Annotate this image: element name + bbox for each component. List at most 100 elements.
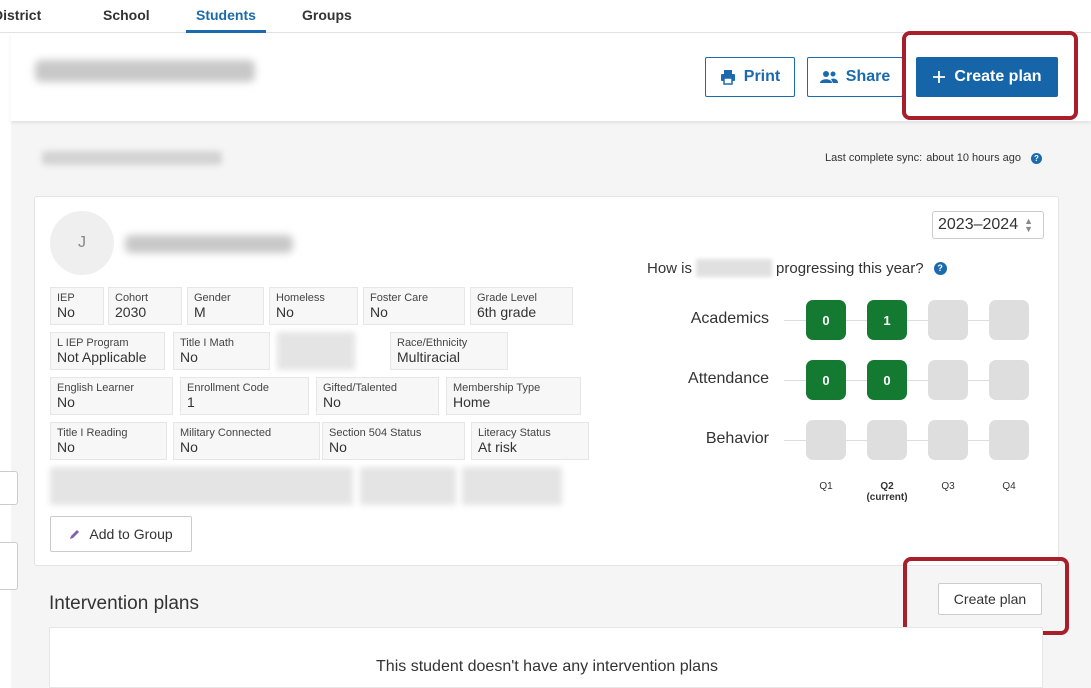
printer-icon: [720, 70, 735, 85]
intervention-plans-title: Intervention plans: [49, 593, 199, 614]
redacted-student-name: [125, 235, 293, 253]
highlight-box-top: [902, 31, 1078, 120]
field-value: M: [194, 304, 206, 320]
print-label: Print: [743, 68, 781, 85]
clipped-control[interactable]: [0, 542, 18, 590]
field-section-504-status: Section 504 Status No: [322, 422, 465, 460]
quarter-label-q1: Q1: [796, 481, 856, 492]
quarter-name: Q2: [880, 481, 894, 492]
field-label: English Learner: [57, 382, 135, 394]
quarter-label-q4: Q4: [979, 481, 1039, 492]
attendance-q1[interactable]: 0: [806, 360, 846, 400]
redacted-field: [277, 332, 355, 370]
academics-q3: [928, 300, 968, 340]
pencil-icon: [70, 530, 80, 539]
field-literacy-status: Literacy Status At risk: [471, 422, 589, 460]
question-suffix: progressing this year?: [776, 259, 924, 277]
sync-status: Last complete sync: about 10 hours ago ?: [825, 152, 1042, 164]
field-label: Membership Type: [453, 382, 541, 394]
updown-caret-icon: ▲ ▼: [1024, 216, 1034, 234]
info-icon[interactable]: ?: [1031, 152, 1042, 164]
field-english-learner: English Learner No: [50, 377, 173, 415]
field-value: No: [57, 304, 75, 320]
redacted-field: [462, 467, 562, 505]
field-military-connected: Military Connected No: [173, 422, 320, 460]
field-homeless: Homeless No: [269, 287, 358, 325]
quarter-label-q2: Q2 (current): [857, 481, 917, 503]
field-value: Multiracial: [397, 349, 461, 365]
field-iep: IEP No: [50, 287, 104, 325]
metric-label-academics: Academics: [690, 310, 769, 327]
field-value: At risk: [478, 439, 517, 455]
share-button[interactable]: Share: [807, 57, 903, 97]
quarter-name: Q3: [941, 481, 955, 492]
quarter-sub: (current): [866, 492, 908, 503]
academics-q1[interactable]: 0: [806, 300, 846, 340]
field-membership-type: Membership Type Home: [446, 377, 581, 415]
behavior-q2: [867, 420, 907, 460]
users-icon: [819, 71, 838, 83]
field-label: Military Connected: [180, 427, 272, 439]
info-icon[interactable]: ?: [933, 261, 947, 275]
field-label: Title I Reading: [57, 427, 128, 439]
metric-label-behavior: Behavior: [705, 430, 769, 447]
empty-state-message: This student doesn't have any interventi…: [376, 658, 718, 675]
year-select[interactable]: 2023–2024 ▲ ▼: [932, 211, 1044, 239]
field-enrollment-code: Enrollment Code 1: [180, 377, 309, 415]
sync-label: Last complete sync:: [824, 152, 923, 164]
field-label: Homeless: [276, 292, 325, 304]
attendance-q3: [928, 360, 968, 400]
field-label: Literacy Status: [478, 427, 551, 439]
quarter-name: Q1: [819, 481, 833, 492]
field-value: No: [370, 304, 388, 320]
field-value: No: [180, 349, 198, 365]
attendance-q2[interactable]: 0: [867, 360, 907, 400]
field-value: No: [57, 439, 75, 455]
field-l-iep-program: L IEP Program Not Applicable: [50, 332, 165, 370]
field-cohort: Cohort 2030: [108, 287, 182, 325]
field-value: No: [57, 394, 75, 410]
redacted-field: [50, 467, 353, 505]
academics-q2[interactable]: 1: [867, 300, 907, 340]
field-title-i-math: Title I Math No: [173, 332, 270, 370]
tab-district[interactable]: District: [0, 7, 41, 33]
redacted-field: [360, 467, 456, 505]
share-label: Share: [845, 68, 891, 85]
field-label: Enrollment Code: [187, 382, 269, 394]
redacted-student-name: [35, 60, 255, 82]
field-label: IEP: [57, 292, 75, 304]
field-value: 2030: [115, 304, 147, 320]
print-button[interactable]: Print: [705, 57, 795, 97]
add-group-label: Add to Group: [89, 526, 173, 542]
field-gender: Gender M: [187, 287, 264, 325]
field-value: No: [329, 439, 347, 455]
redacted-school-name: [42, 151, 222, 165]
field-value: Home: [453, 394, 491, 410]
tab-groups[interactable]: Groups: [302, 7, 352, 33]
field-label: Gender: [194, 292, 231, 304]
tab-students[interactable]: Students: [186, 7, 266, 33]
question-prefix: How is: [647, 259, 693, 277]
field-grade-level: Grade Level 6th grade: [470, 287, 573, 325]
attendance-q4: [989, 360, 1029, 400]
field-label: Cohort: [115, 292, 149, 304]
quarter-name: Q4: [1002, 481, 1016, 492]
behavior-q3: [928, 420, 968, 460]
behavior-q1: [806, 420, 846, 460]
top-nav: District School Students Groups: [0, 0, 1091, 33]
progress-question: How is progressing this year? ?: [647, 259, 947, 277]
field-value: No: [180, 439, 198, 455]
field-value: 1: [187, 394, 195, 410]
add-to-group-button[interactable]: Add to Group: [50, 516, 192, 552]
academics-q4: [989, 300, 1029, 340]
redacted-first-name: [696, 259, 773, 277]
clipped-control[interactable]: [0, 471, 18, 505]
field-label: Race/Ethnicity: [397, 337, 468, 349]
field-value: No: [276, 304, 294, 320]
tab-school[interactable]: School: [103, 7, 150, 33]
avatar: J: [50, 211, 114, 275]
sync-value: about 10 hours ago: [926, 152, 1021, 164]
intervention-plans-panel: This student doesn't have any interventi…: [49, 627, 1043, 688]
field-value: Not Applicable: [57, 349, 147, 365]
field-gifted-talented: Gifted/Talented No: [316, 377, 439, 415]
